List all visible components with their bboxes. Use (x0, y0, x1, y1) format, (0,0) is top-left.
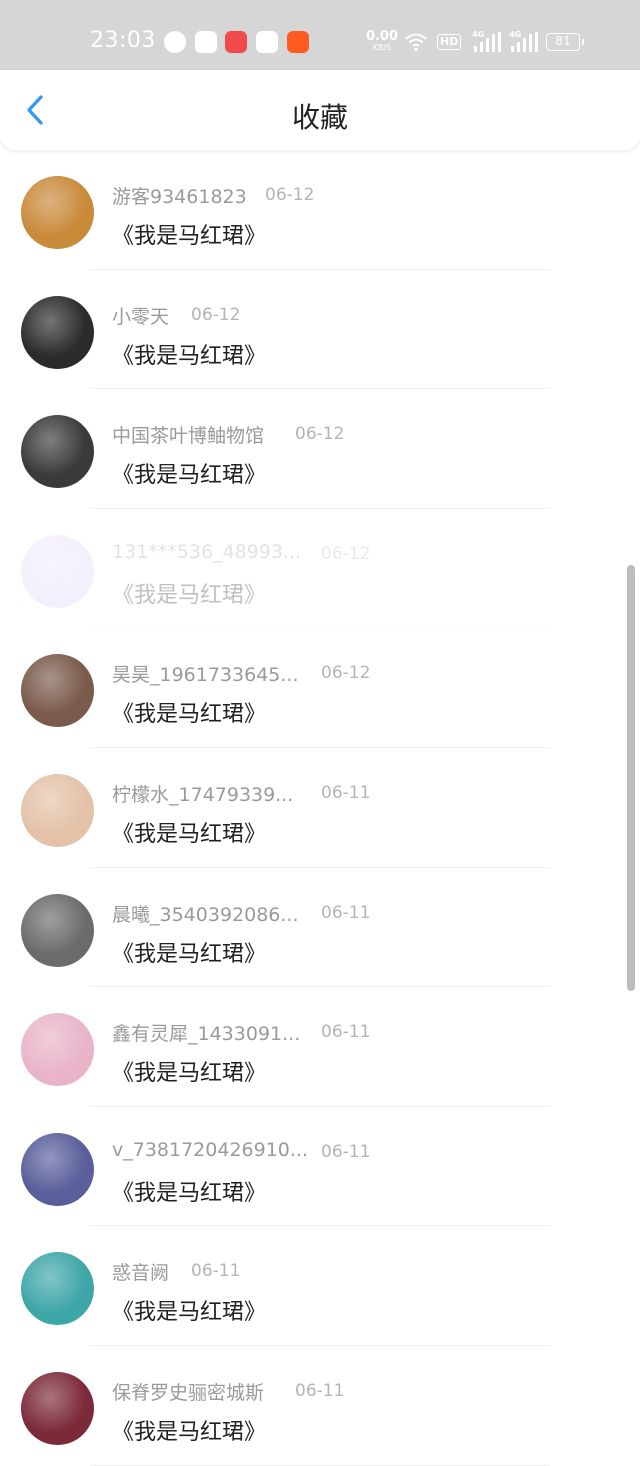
list-item[interactable]: 柠檬水_17479339... 06-11 《我是马红珺》 (0, 748, 640, 868)
favorite-title[interactable]: 《我是马红珺》 (112, 1294, 266, 1326)
avatar[interactable] (21, 1371, 94, 1445)
username[interactable]: 柠檬水_17479339... (112, 780, 293, 807)
video-app-icon (287, 31, 309, 53)
username[interactable]: 晨曦_3540392086... (112, 900, 299, 927)
favorite-title[interactable]: 《我是马红珺》 (112, 936, 266, 968)
username[interactable]: 惑音阙 (112, 1258, 169, 1285)
favorite-title[interactable]: 《我是马红珺》 (112, 816, 266, 848)
avatar[interactable] (21, 654, 94, 728)
list-item[interactable]: 中国茶叶博鲉物馆 06-12 《我是马红珺》 (0, 389, 640, 509)
favorites-list: 游客93461823 06-12 《我是马红珺》 小零天 06-12 《我是马红珺》 中国茶… (0, 150, 640, 1466)
username[interactable]: 保脊罗史骊密城斯 (112, 1378, 264, 1405)
avatar[interactable] (21, 893, 94, 967)
network-speed: 0.00 KB/S (365, 29, 399, 52)
username[interactable]: 鑫有灵犀_1433091... (112, 1019, 300, 1046)
scrollbar[interactable] (627, 565, 635, 991)
list-item[interactable]: 游客93461823 06-12 《我是马红珺》 (0, 150, 640, 270)
favorite-title[interactable]: 《我是马红珺》 (112, 338, 266, 370)
favorite-title[interactable]: 《我是马红珺》 (112, 457, 266, 489)
wechat-app-icon (256, 31, 278, 53)
divider (90, 1464, 550, 1466)
list-item[interactable]: 惑音阙 06-11 《我是马红珺》 (0, 1226, 640, 1346)
favorite-title[interactable]: 《我是马红珺》 (112, 1414, 266, 1446)
avatar[interactable] (21, 1132, 94, 1206)
list-item[interactable]: 131***536_48993... 06-12 《我是马红珺》 (0, 509, 640, 629)
username[interactable]: 中国茶叶博鲉物馆 (112, 421, 264, 448)
avatar[interactable] (21, 1013, 94, 1087)
list-item[interactable]: 晨曦_3540392086... 06-11 《我是马红珺》 (0, 868, 640, 988)
username[interactable]: 游客93461823 (112, 182, 247, 209)
status-time: 23:03 (90, 28, 156, 53)
nav-bar: 收藏 (0, 70, 640, 150)
date-label: 06-11 (321, 782, 371, 803)
favorite-title[interactable]: 《我是马红珺》 (112, 696, 266, 728)
date-label: 06-11 (191, 1261, 241, 1282)
date-label: 06-11 (321, 1022, 371, 1043)
favorite-title[interactable]: 《我是马红珺》 (112, 1055, 266, 1087)
list-item[interactable]: 小零天 06-12 《我是马红珺》 (0, 270, 640, 390)
avatar[interactable] (21, 534, 94, 608)
date-label: 06-12 (321, 663, 371, 684)
username[interactable]: 131***536_48993... (112, 541, 301, 563)
username[interactable]: 昊昊_1961733645... (112, 660, 299, 687)
list-item[interactable]: 昊昊_1961733645... 06-12 《我是马红珺》 (0, 628, 640, 748)
avatar[interactable] (21, 176, 94, 249)
date-label: 06-11 (295, 1380, 345, 1401)
avatar[interactable] (21, 415, 94, 489)
wifi-icon (405, 33, 427, 52)
music-app-icon (225, 31, 247, 53)
list-item[interactable]: 保脊罗史骊密城斯 06-11 《我是马红珺》 (0, 1346, 640, 1466)
date-label: 06-11 (321, 902, 371, 923)
signal-icon-sim1: 4G (472, 30, 502, 54)
date-label: 06-11 (321, 1141, 371, 1162)
favorite-title[interactable]: 《我是马红珺》 (112, 218, 266, 250)
hd-badge: HD (437, 34, 462, 50)
signal-icon-sim2: 4G (509, 30, 539, 54)
battery-icon: 81 (546, 33, 584, 51)
username[interactable]: 小零天 (112, 302, 169, 329)
avatar[interactable] (21, 295, 94, 369)
list-item[interactable]: v_7381720426910... 06-11 《我是马红珺》 (0, 1107, 640, 1227)
favorite-title[interactable]: 《我是马红珺》 (112, 577, 266, 609)
status-bar: 23:03 0.00 KB/S HD 4G 4G 81 (0, 0, 640, 70)
list-item[interactable]: 鑫有灵犀_1433091... 06-11 《我是马红珺》 (0, 987, 640, 1107)
favorite-title[interactable]: 《我是马红珺》 (112, 1175, 266, 1207)
username[interactable]: v_7381720426910... (112, 1139, 308, 1161)
page-title: 收藏 (291, 101, 348, 134)
avatar[interactable] (21, 773, 94, 847)
date-label: 06-12 (321, 543, 371, 564)
browser-app-icon (164, 31, 186, 53)
avatar[interactable] (21, 1252, 94, 1326)
date-label: 06-12 (295, 424, 345, 445)
camera-app-icon (195, 31, 217, 53)
date-label: 06-12 (265, 185, 315, 205)
date-label: 06-12 (191, 304, 241, 325)
